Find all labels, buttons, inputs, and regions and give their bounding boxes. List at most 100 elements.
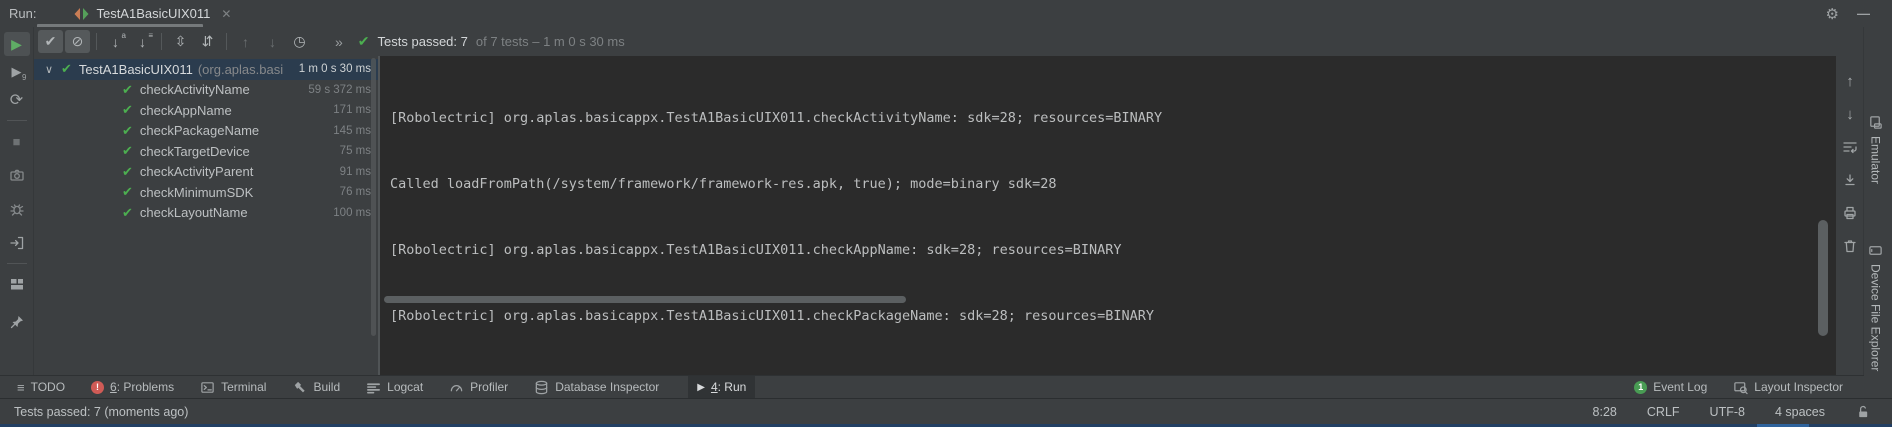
tree-scrollbar[interactable] — [371, 58, 376, 336]
caret-position[interactable]: 8:28 — [1593, 405, 1617, 419]
test-duration: 91 ms — [334, 166, 371, 178]
profiler-gauge-icon — [449, 380, 464, 395]
toggle-auto-test-button[interactable]: ⟳ — [4, 88, 30, 112]
sort-by-duration-button[interactable]: ↓ ≡ — [130, 30, 155, 53]
console-line: [Robolectric] org.aplas.basicappx.TestA1… — [390, 305, 1836, 327]
passed-check-icon: ✔ — [122, 184, 133, 200]
status-bar: Tests passed: 7 (moments ago) 8:28 CRLF … — [0, 398, 1892, 424]
pin-tab-button[interactable] — [4, 310, 30, 334]
test-history-button[interactable]: ◷ — [287, 30, 312, 53]
test-name: checkTargetDevice — [140, 144, 250, 159]
arrow-down-icon: ↓ — [1846, 106, 1854, 123]
toolbar-separator — [161, 33, 162, 50]
previous-failed-test-button[interactable]: ↑ — [233, 30, 258, 53]
test-name: checkMinimumSDK — [140, 185, 253, 200]
rerun-failed-tests-button[interactable]: ▶ 9 — [4, 60, 30, 84]
next-failed-test-button[interactable]: ↓ — [260, 30, 285, 53]
test-row[interactable]: ✔ checkLayoutName 100 ms — [34, 203, 378, 224]
test-row[interactable]: ✔ checkActivityName 59 s 372 ms — [34, 80, 378, 101]
run-label: Run: — [9, 6, 36, 21]
close-icon[interactable]: ✕ — [221, 7, 231, 21]
tool-window-button-problems[interactable]: ! 6: Problems — [82, 376, 183, 399]
arrow-up-icon: ↑ — [242, 34, 249, 50]
test-row[interactable]: ✔ checkTargetDevice 75 ms — [34, 141, 378, 162]
layout-inspector-label: Layout Inspector — [1754, 380, 1843, 394]
indent-indicator[interactable]: 4 spaces — [1775, 405, 1825, 419]
tool-window-button-terminal[interactable]: Terminal — [191, 376, 275, 399]
layout-settings-button[interactable] — [4, 272, 30, 296]
chevron-down-icon[interactable]: ∨ — [45, 63, 61, 76]
test-duration: 1 m 0 s 30 ms — [293, 63, 371, 75]
profiler-label: Profiler — [470, 380, 508, 394]
event-log-button[interactable]: 1 Event Log — [1625, 376, 1716, 399]
expand-all-button[interactable]: ⇳ — [168, 30, 193, 53]
encoding-indicator[interactable]: UTF-8 — [1710, 405, 1745, 419]
prev-occurrence-button[interactable]: ↑ — [1839, 70, 1861, 92]
test-row[interactable]: ✔ checkAppName 171 ms — [34, 100, 378, 121]
console-line: [Robolectric] org.aplas.basicappx.TestA1… — [390, 107, 1836, 129]
show-ignored-button[interactable]: ⊘ — [65, 30, 90, 53]
scroll-to-end-button[interactable] — [1839, 169, 1861, 191]
run-tab-title: TestA1BasicUIX011 — [96, 6, 210, 21]
rerun-tests-button[interactable]: ▶ — [4, 32, 30, 56]
next-occurrence-button[interactable]: ↓ — [1839, 103, 1861, 125]
import-icon — [9, 235, 25, 251]
ignored-icon: ⊘ — [72, 33, 84, 50]
console-output: [Robolectric] org.aplas.basicappx.TestA1… — [380, 56, 1836, 427]
unlock-icon[interactable] — [1855, 404, 1870, 419]
passed-check-icon: ✔ — [122, 123, 133, 139]
test-runner-toolbar: ✔ ⊘ ↓ a ↓ ≡ ⇳ ⇵ ↑ ↓ ◷ » ✔ — [33, 27, 1892, 56]
scroll-to-end-icon — [1842, 172, 1858, 188]
logcat-lines-icon — [366, 380, 381, 395]
tool-window-button-build[interactable]: Build — [283, 376, 349, 399]
sort-alphabetically-button[interactable]: ↓ a — [103, 30, 128, 53]
tool-window-button-device-file-explorer[interactable]: Device File Explorer — [1868, 243, 1883, 371]
more-actions-icon[interactable]: » — [335, 34, 344, 50]
emulator-icon — [1868, 115, 1883, 130]
line-ending-indicator[interactable]: CRLF — [1647, 405, 1680, 419]
tool-window-button-database-inspector[interactable]: Database Inspector — [525, 376, 668, 399]
import-test-results-button[interactable] — [4, 231, 30, 255]
run-titlebar: Run: TestA1BasicUIX011 ✕ ⚙ — — [0, 0, 1892, 27]
summary-details: of 7 tests – 1 m 0 s 30 ms — [476, 34, 625, 49]
database-inspector-label: Database Inspector — [555, 380, 659, 394]
layout-inspector-button[interactable]: Layout Inspector — [1724, 376, 1852, 399]
test-console: [Robolectric] org.aplas.basicappx.TestA1… — [378, 56, 1836, 375]
soft-wrap-button[interactable] — [1839, 136, 1861, 158]
passed-check-icon: ✔ — [122, 82, 133, 98]
test-tree-root-row[interactable]: ∨ ✔ TestA1BasicUIX011 (org.aplas.basi 1 … — [34, 59, 378, 80]
camera-icon — [9, 167, 25, 183]
tool-window-button-todo[interactable]: ≡ TODO — [8, 376, 74, 399]
clear-console-button[interactable] — [1839, 235, 1861, 257]
clock-icon: ◷ — [293, 33, 305, 50]
settings-gear-icon[interactable]: ⚙ — [1826, 5, 1839, 23]
attach-debugger-button[interactable] — [4, 197, 30, 221]
test-summary: ✔ Tests passed: 7 of 7 tests – 1 m 0 s 3… — [358, 33, 625, 50]
collapse-all-button[interactable]: ⇵ — [195, 30, 220, 53]
right-tool-window-strip: Emulator Device File Explorer — [1863, 27, 1892, 398]
test-row[interactable]: ✔ checkMinimumSDK 76 ms — [34, 182, 378, 203]
horizontal-scrollbar[interactable] — [384, 296, 906, 303]
tool-window-button-emulator[interactable]: Emulator — [1868, 115, 1883, 184]
expand-all-icon: ⇳ — [175, 33, 187, 50]
stop-button[interactable]: ■ — [4, 129, 30, 153]
emulator-label: Emulator — [1869, 136, 1883, 184]
console-toolbar: ↑ ↓ — [1836, 56, 1864, 375]
test-row[interactable]: ✔ checkPackageName 145 ms — [34, 121, 378, 142]
tool-window-button-logcat[interactable]: Logcat — [357, 376, 432, 399]
screenshot-button[interactable] — [4, 163, 30, 187]
print-button[interactable] — [1839, 202, 1861, 224]
test-row[interactable]: ✔ checkActivityParent 91 ms — [34, 162, 378, 183]
run-play-icon: ▶ — [697, 382, 705, 393]
database-icon — [534, 380, 549, 395]
tool-window-button-run[interactable]: ▶ 4: Run — [688, 376, 755, 399]
event-log-label: Event Log — [1653, 380, 1707, 394]
hammer-icon — [292, 380, 307, 395]
hide-window-icon[interactable]: — — [1857, 6, 1870, 21]
run-configuration-tab[interactable]: TestA1BasicUIX011 ✕ — [64, 0, 241, 27]
show-passed-button[interactable]: ✔ — [38, 30, 63, 53]
tool-window-button-profiler[interactable]: Profiler — [440, 376, 517, 399]
android-test-config-icon — [74, 7, 89, 21]
vertical-scrollbar[interactable] — [1818, 220, 1828, 336]
todo-label: TODO — [31, 380, 65, 394]
